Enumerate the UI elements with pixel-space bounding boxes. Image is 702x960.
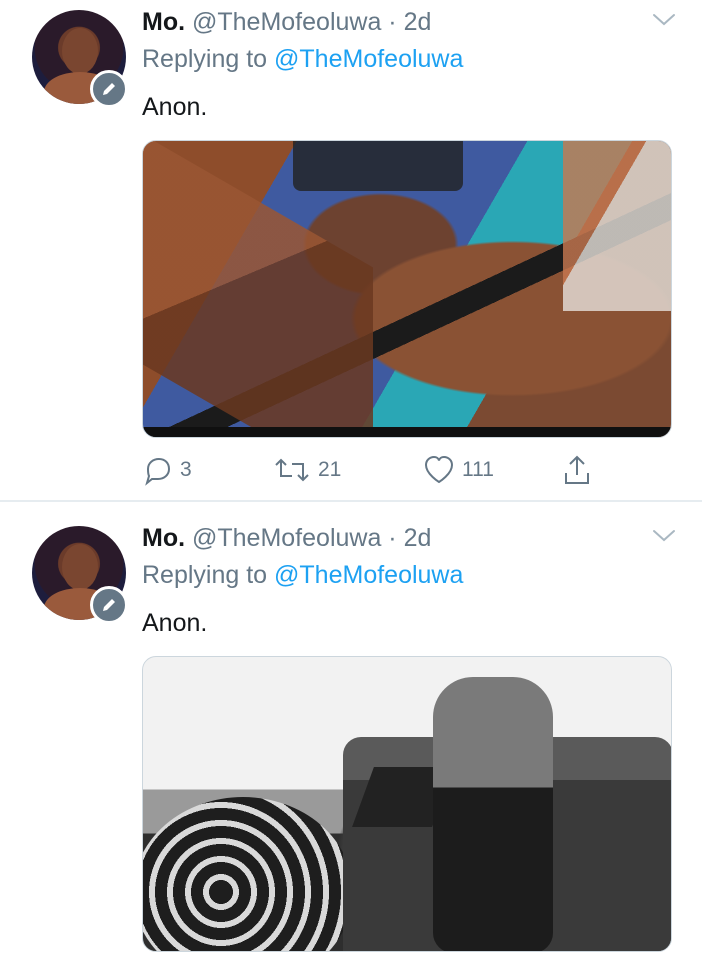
tweet-header: Mo. @TheMofeoluwa · 2d xyxy=(142,523,431,553)
retweet-icon xyxy=(275,458,309,482)
photo-phone xyxy=(293,141,463,191)
display-name[interactable]: Mo. xyxy=(142,524,185,552)
avatar-face xyxy=(62,544,98,590)
edit-pencil-icon xyxy=(90,70,128,108)
replying-to-prefix: Replying to xyxy=(142,45,268,73)
share-button[interactable] xyxy=(562,450,592,490)
photo-figure xyxy=(433,677,553,951)
retweet-count: 21 xyxy=(318,458,342,481)
like-count: 111 xyxy=(462,458,494,481)
chevron-down-icon[interactable] xyxy=(652,13,676,27)
reply-count: 3 xyxy=(180,458,192,481)
tweet-media-photo[interactable] xyxy=(142,656,672,952)
tweet-actions: 3 21 111 xyxy=(142,450,602,490)
tweet-text: Anon. xyxy=(142,93,208,121)
replying-to: Replying to @TheMofeoluwa xyxy=(142,44,463,74)
photo-mirror-edge xyxy=(563,141,671,311)
reply-button[interactable]: 3 xyxy=(142,450,192,490)
replying-to-mention[interactable]: @TheMofeoluwa xyxy=(274,45,463,73)
timeline-feed: Mo. @TheMofeoluwa · 2d Replying to @TheM… xyxy=(0,0,702,960)
like-icon xyxy=(424,455,454,484)
tweet-text: Anon. xyxy=(142,609,208,637)
share-icon xyxy=(565,455,589,484)
handle-time[interactable]: @TheMofeoluwa · 2d xyxy=(192,524,431,552)
avatar-face xyxy=(62,28,98,74)
replying-to-mention[interactable]: @TheMofeoluwa xyxy=(274,561,463,589)
like-button[interactable]: 111 xyxy=(422,450,494,490)
chevron-down-icon[interactable] xyxy=(652,529,676,543)
reply-icon xyxy=(145,457,171,486)
tweet-media-photo[interactable] xyxy=(142,140,672,438)
photo-rug xyxy=(143,797,353,951)
display-name[interactable]: Mo. xyxy=(142,8,185,36)
replying-to-prefix: Replying to xyxy=(142,561,268,589)
replying-to: Replying to @TheMofeoluwa xyxy=(142,560,463,590)
tweet-header: Mo. @TheMofeoluwa · 2d xyxy=(142,7,431,37)
handle-time[interactable]: @TheMofeoluwa · 2d xyxy=(192,8,431,36)
photo-bottom-edge xyxy=(143,427,671,437)
retweet-button[interactable]: 21 xyxy=(272,450,341,490)
edit-pencil-icon xyxy=(90,586,128,624)
tweet[interactable]: Mo. @TheMofeoluwa · 2d Replying to @TheM… xyxy=(0,0,702,500)
